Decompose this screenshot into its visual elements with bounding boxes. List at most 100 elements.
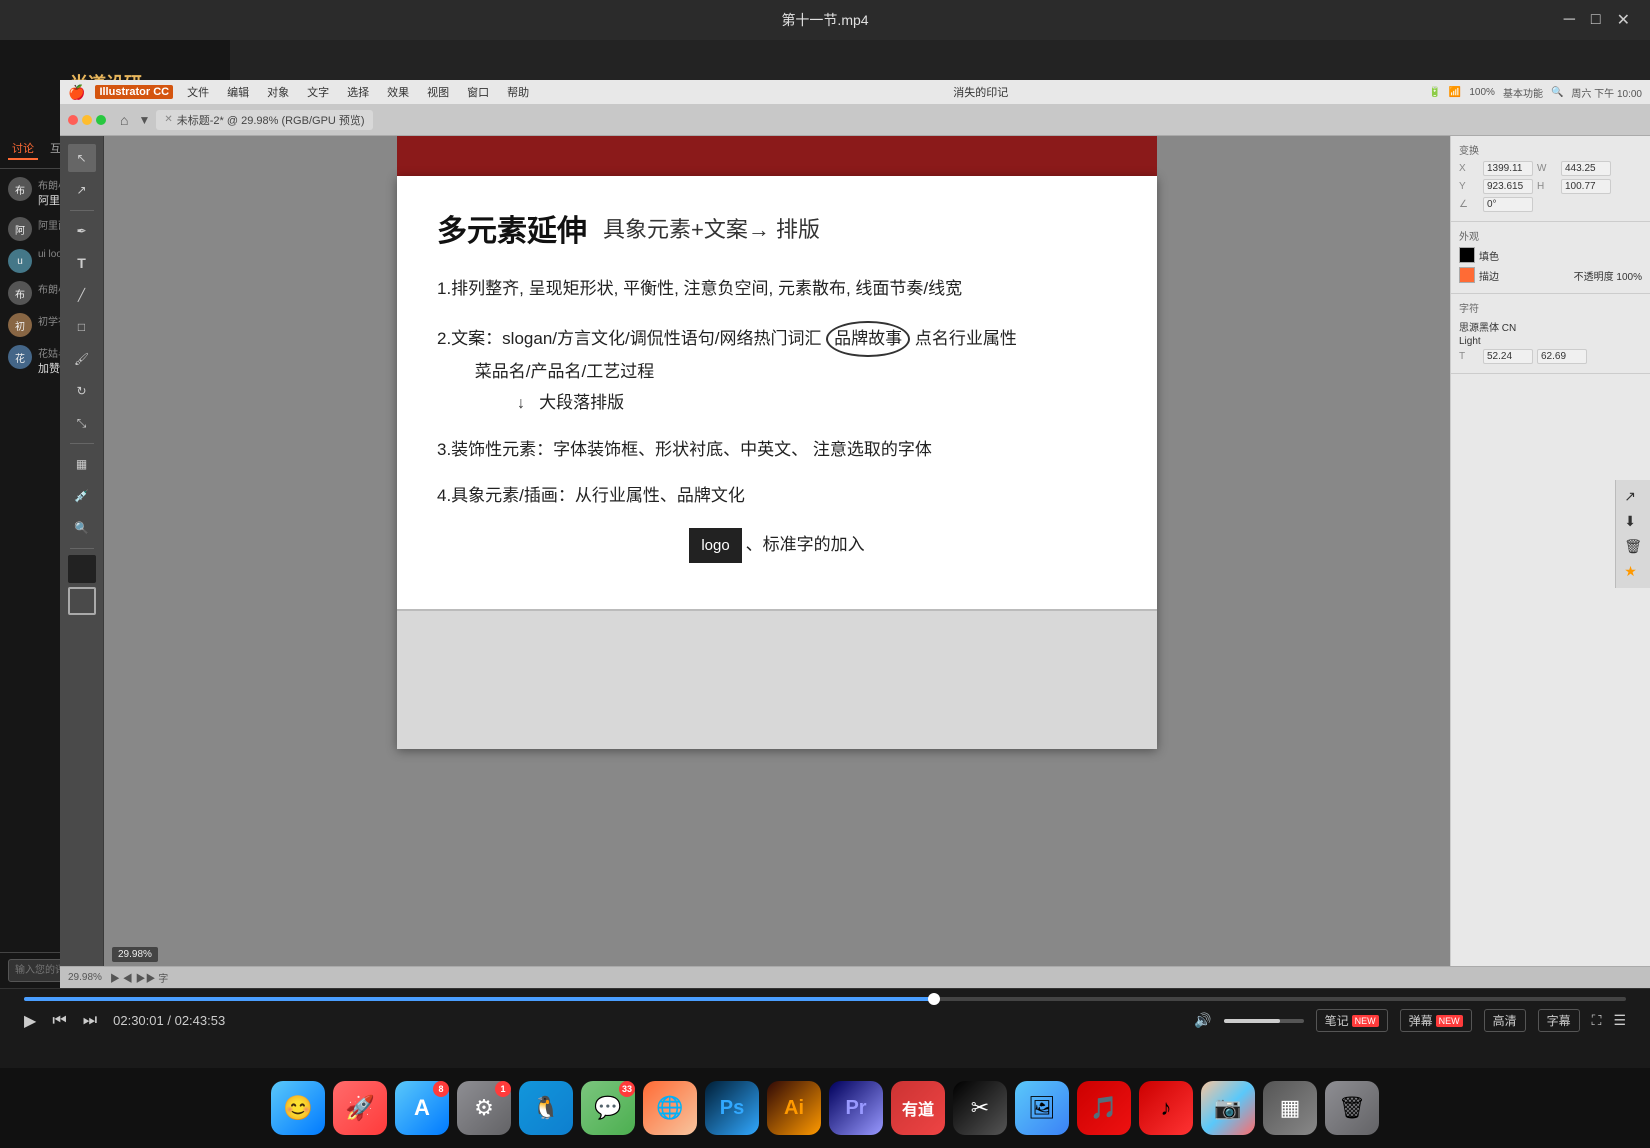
dock-icon-settings[interactable]: ⚙ 1 [457,1081,511,1135]
player-right-controls: 🔊 笔记 NEW 弹幕 NEW 高清 字幕 ⛶ ☰ [1194,1009,1626,1032]
logo-box: logo [689,528,741,563]
opacity-value: 不透明度 100% [1574,268,1642,283]
share-icon[interactable]: ↗ [1624,488,1642,505]
w-value[interactable]: 443.25 [1561,161,1611,176]
prev-button[interactable]: ⏮ [52,1012,66,1030]
maximize-button[interactable]: □ [1591,11,1601,29]
close-button[interactable]: ✕ [1617,10,1630,30]
h-label: H [1537,181,1557,192]
menu-text[interactable]: 文字 [303,84,333,100]
progress-track[interactable] [24,997,1626,1001]
tool-line[interactable]: ╱ [68,281,96,309]
dock-icon-qq[interactable]: 🐧 [519,1081,573,1135]
font-size[interactable]: 52.24 [1483,349,1533,364]
fill-row: 填色 [1459,247,1642,263]
search-icon[interactable]: 🔍 [1551,87,1563,98]
download-icon[interactable]: ⬇ [1624,513,1642,530]
dock-icon-wechat[interactable]: 💬 33 [581,1081,635,1135]
player-time: 02:30:01 / 02:43:53 [113,1013,233,1028]
ai-toolbar: ⌂ ▼ ✕ 未标题-2* @ 29.98% (RGB/GPU 预览) [60,104,1650,136]
dock-icon-finder[interactable]: 😊 [271,1081,325,1135]
font-family: 思源黑体 CN [1459,323,1516,334]
progress-container[interactable] [0,989,1650,1001]
menubar-center: 消失的印记 [545,84,1416,100]
menu-effect[interactable]: 效果 [383,84,413,100]
menu-help[interactable]: 帮助 [503,84,533,100]
dock-icon-grid[interactable]: ▦ [1263,1081,1317,1135]
minimize-dot[interactable] [82,115,92,125]
tool-eyedropper[interactable]: 💉 [68,482,96,510]
angle-value[interactable]: 0° [1483,197,1533,212]
fill-swatch[interactable] [1459,247,1475,263]
notes-button[interactable]: 笔记 NEW [1316,1009,1388,1032]
menu-view[interactable]: 视图 [423,84,453,100]
maximize-dot[interactable] [96,115,106,125]
tool-type[interactable]: T [68,249,96,277]
h-value[interactable]: 100.77 [1561,179,1611,194]
subtitle-button[interactable]: 字幕 [1538,1009,1580,1032]
delete-icon[interactable]: 🗑 [1624,538,1642,555]
dock-icon-ai[interactable]: Ai [767,1081,821,1135]
tool-rect[interactable]: □ [68,313,96,341]
volume-slider[interactable] [1224,1019,1304,1023]
tool-select[interactable]: ↖ [68,144,96,172]
x-value[interactable]: 1399.11 [1483,161,1533,176]
close-dot[interactable] [68,115,78,125]
menu-file[interactable]: 文件 [183,84,213,100]
dock-icon-chrome[interactable]: 🌐 [643,1081,697,1135]
menu-window[interactable]: 窗口 [463,84,493,100]
danmu-button[interactable]: 弹幕 NEW [1400,1009,1472,1032]
dock-icon-appstore[interactable]: A 8 [395,1081,449,1135]
menubar-right: 🔋 📶 100% 基本功能 🔍 周六 下午 10:00 [1428,85,1642,100]
font-size-row: T 52.24 62.69 [1459,349,1642,364]
dock-icon-youdao[interactable]: 有道 [891,1081,945,1135]
minimize-button[interactable]: ─ [1564,11,1575,29]
dock-icon-trash[interactable]: 🗑 [1325,1081,1379,1135]
tool-pen[interactable]: ✒ [68,217,96,245]
dock-icon-preview[interactable]: 🖼 [1015,1081,1069,1135]
quality-button[interactable]: 高清 [1484,1009,1526,1032]
home-icon[interactable]: ⌂ [120,112,128,128]
doc-close-icon[interactable]: ✕ [164,114,172,125]
dock-icon-photos[interactable]: 📷 [1201,1081,1255,1135]
slide-content: 多元素延伸 具象元素+文案→ 排版 1.排列整齐, 呈现矩形状, 平衡性, 注意… [397,176,1157,609]
fill-color[interactable] [68,555,96,583]
font-tracking[interactable]: 62.69 [1537,349,1587,364]
font-weight-row: Light [1459,336,1642,347]
font-weight: Light [1459,336,1481,347]
menu-select[interactable]: 选择 [343,84,373,100]
tab-discussion[interactable]: 讨论 [8,138,38,160]
y-value[interactable]: 923.615 [1483,179,1533,194]
appearance-title: 外观 [1459,228,1642,243]
dock-icon-finalcut[interactable]: ✂ [953,1081,1007,1135]
circled-text: 品牌故事 [826,321,910,358]
prop-x: X 1399.11 W 443.25 [1459,161,1642,176]
settings-button[interactable]: ☰ [1613,1012,1626,1029]
window-controls[interactable]: ─ □ ✕ [1564,10,1630,30]
tool-brush[interactable]: 🖌 [68,345,96,373]
fullscreen-button[interactable]: ⛶ [1592,1012,1602,1029]
tool-separator-3 [70,548,94,549]
menu-edit[interactable]: 编辑 [223,84,253,100]
menu-object[interactable]: 对象 [263,84,293,100]
dock-icon-launchpad[interactable]: 🚀 [333,1081,387,1135]
dock-icon-music[interactable]: ♪ [1139,1081,1193,1135]
tool-direct-select[interactable]: ↗ [68,176,96,204]
stroke-color[interactable] [68,587,96,615]
avatar: 阿 [8,217,32,241]
tool-gradient[interactable]: ▦ [68,450,96,478]
dock-icon-pr[interactable]: Pr [829,1081,883,1135]
tool-rotate[interactable]: ↻ [68,377,96,405]
tool-zoom[interactable]: 🔍 [68,514,96,542]
tool-scale[interactable]: ⤡ [68,409,96,437]
doc-title-tab[interactable]: ✕ 未标题-2* @ 29.98% (RGB/GPU 预览) [156,110,372,130]
dock-icon-netease[interactable]: 🎵 [1077,1081,1131,1135]
angle-label: ∠ [1459,199,1479,210]
dock-icon-ps[interactable]: Ps [705,1081,759,1135]
avatar: 初 [8,313,32,337]
star-icon[interactable]: ★ [1624,563,1642,580]
stroke-swatch[interactable] [1459,267,1475,283]
right-panel: 变换 X 1399.11 W 443.25 Y 923.615 [1450,136,1650,966]
next-button[interactable]: ⏭ [83,1012,97,1030]
play-button[interactable]: ▶ [24,1011,36,1031]
